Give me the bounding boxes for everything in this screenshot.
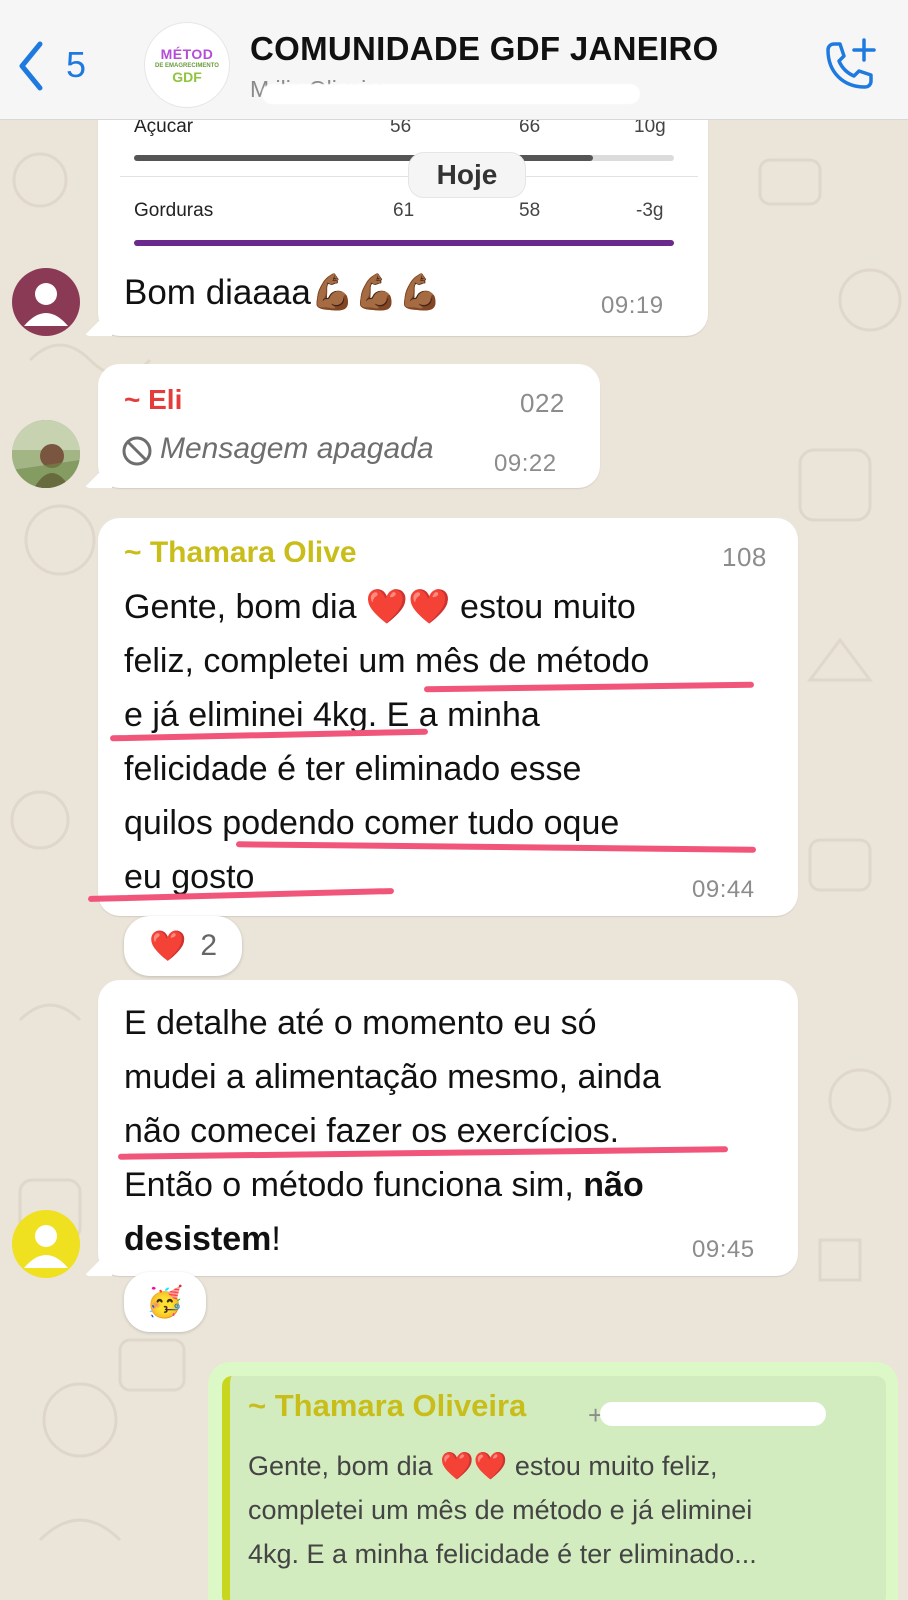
sender-name: ~ Thamara Olive [124, 536, 357, 562]
message-bold-fragment: não [583, 1166, 644, 1204]
person-icon [24, 1225, 68, 1268]
message-line: Gente, bom dia ❤️❤️ estou muito [124, 588, 636, 626]
message-line: E detalhe até o momento eu só [124, 1004, 597, 1042]
avatar[interactable] [12, 420, 80, 488]
blocked-icon [122, 436, 152, 466]
message-fragment: Então o método funciona sim, [124, 1166, 584, 1204]
sender-phone-tail: 108 [722, 542, 767, 572]
add-call-icon[interactable] [818, 36, 878, 94]
quoted-line: completei um mês de método e já eliminei [248, 1495, 753, 1525]
heart-reaction-icon: ❤️ [148, 929, 187, 963]
back-chevron-icon[interactable] [14, 38, 48, 94]
message-line: Então o método funciona sim, não [124, 1158, 644, 1212]
quoted-line: 4kg. E a minha felicidade é ter eliminad… [248, 1539, 757, 1569]
nutrition-value: 58 [519, 200, 541, 221]
party-face-reaction-icon: 🥳 [146, 1285, 184, 1319]
nutrition-value: 61 [393, 200, 415, 221]
group-avatar[interactable]: MÉTOD DE EMAGRECIMENTO GDF [144, 22, 230, 108]
message-text: Bom diaaaa💪🏾💪🏾💪🏾 [124, 273, 442, 312]
redaction-mark [262, 84, 640, 104]
chat-header: 5 MÉTOD DE EMAGRECIMENTO GDF COMUNIDADE … [0, 0, 908, 120]
logo-text-top: MÉTOD [160, 45, 214, 62]
quoted-text: Gente, bom dia ❤️❤️ estou muito feliz, c… [248, 1444, 868, 1576]
unread-count[interactable]: 5 [66, 44, 86, 86]
profile-photo [12, 420, 80, 488]
message-bold-fragment: desistem [124, 1220, 272, 1258]
message-fragment: ! [271, 1220, 281, 1258]
sender-name: ~ Eli [124, 384, 183, 415]
message-line: feliz, completei um mês de método [124, 642, 650, 680]
message-line: felicidade é ter eliminado esse [124, 750, 582, 788]
redaction-mark [600, 1402, 826, 1426]
avatar[interactable] [12, 1210, 80, 1278]
logo-text-bottom: GDF [172, 68, 202, 85]
message-time: 09:45 [692, 1236, 755, 1263]
reaction-badge[interactable]: ❤️ 2 [124, 916, 242, 976]
date-separator: Hoje [408, 152, 526, 198]
message-line: desistem! [124, 1212, 281, 1266]
nutrition-label: Gorduras [134, 200, 214, 221]
message-time: 09:19 [601, 292, 664, 319]
message-time: 09:22 [494, 450, 557, 477]
group-title[interactable]: COMUNIDADE GDF JANEIRO [250, 30, 719, 68]
avatar[interactable] [12, 268, 80, 336]
sender-phone-tail: 022 [520, 388, 565, 418]
reaction-badge[interactable]: 🥳 [124, 1272, 206, 1332]
quoted-sender-name: ~ Thamara Oliveira [248, 1388, 527, 1423]
reaction-count: 2 [200, 929, 218, 962]
message-line: mudei a alimentação mesmo, ainda [124, 1058, 661, 1096]
redaction-mark [182, 378, 502, 420]
deleted-message-text: Mensagem apagada [160, 432, 434, 465]
person-icon [24, 283, 68, 326]
message-time: 09:44 [692, 876, 755, 903]
quoted-line: Gente, bom dia ❤️❤️ estou muito feliz, [248, 1451, 718, 1481]
nutrition-value: -3g [636, 200, 664, 221]
nutrition-bar-fill [134, 240, 674, 246]
